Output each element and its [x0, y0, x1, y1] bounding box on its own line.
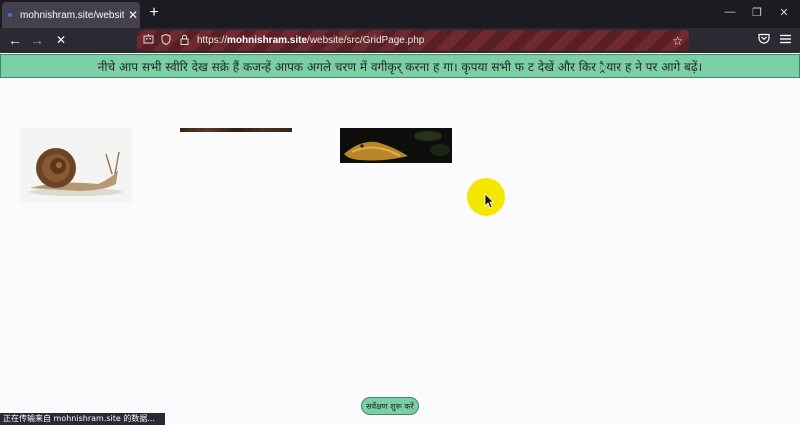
forward-button[interactable]: →	[28, 32, 46, 48]
snail-image[interactable]	[20, 128, 132, 202]
start-survey-button[interactable]: सर्वेक्षण शुरू करें	[361, 397, 419, 415]
stop-button[interactable]: ✕	[52, 32, 70, 48]
new-tab-button[interactable]: +	[147, 4, 161, 22]
mouse-pointer-icon	[484, 193, 495, 214]
close-window-button[interactable]: ✕	[776, 6, 792, 19]
url-path: /website/src/GridPage.php	[307, 35, 425, 46]
browser-title-bar: mohnishram.site/website/src/ ✕ + — ❐ ✕	[0, 0, 800, 28]
pocket-icon[interactable]	[756, 33, 772, 47]
navigation-toolbar: ← → ✕ https://mohnishram.site/website/sr…	[0, 28, 800, 53]
bookmark-star-icon[interactable]: ☆	[672, 34, 683, 48]
status-bar: 正在传输来自 mohnishram.site 的数据...	[0, 413, 165, 425]
robot-icon[interactable]	[141, 34, 155, 47]
tab-title: mohnishram.site/website/src/	[20, 9, 124, 21]
loading-icon	[8, 13, 12, 17]
back-button[interactable]: ←	[6, 32, 24, 48]
shield-icon[interactable]	[159, 33, 173, 48]
address-bar[interactable]: https://mohnishram.site/website/src/Grid…	[137, 30, 689, 51]
restore-button[interactable]: ❐	[749, 6, 765, 19]
lizard-image[interactable]	[340, 128, 452, 163]
url-text: https://mohnishram.site/website/src/Grid…	[197, 35, 424, 46]
url-prefix: https://	[197, 35, 228, 46]
instruction-banner: नीचे आप सभी स्वीरि देख सक्रे हैं कजन्हें…	[0, 54, 800, 78]
url-domain: mohnishram.site	[227, 35, 308, 46]
minimize-button[interactable]: —	[722, 6, 738, 18]
browser-tab[interactable]: mohnishram.site/website/src/ ✕	[2, 2, 140, 28]
menu-icon[interactable]	[777, 33, 793, 47]
lock-icon[interactable]	[177, 34, 191, 48]
tab-close-icon[interactable]: ✕	[128, 8, 138, 22]
dark-image-strip[interactable]	[180, 128, 292, 132]
